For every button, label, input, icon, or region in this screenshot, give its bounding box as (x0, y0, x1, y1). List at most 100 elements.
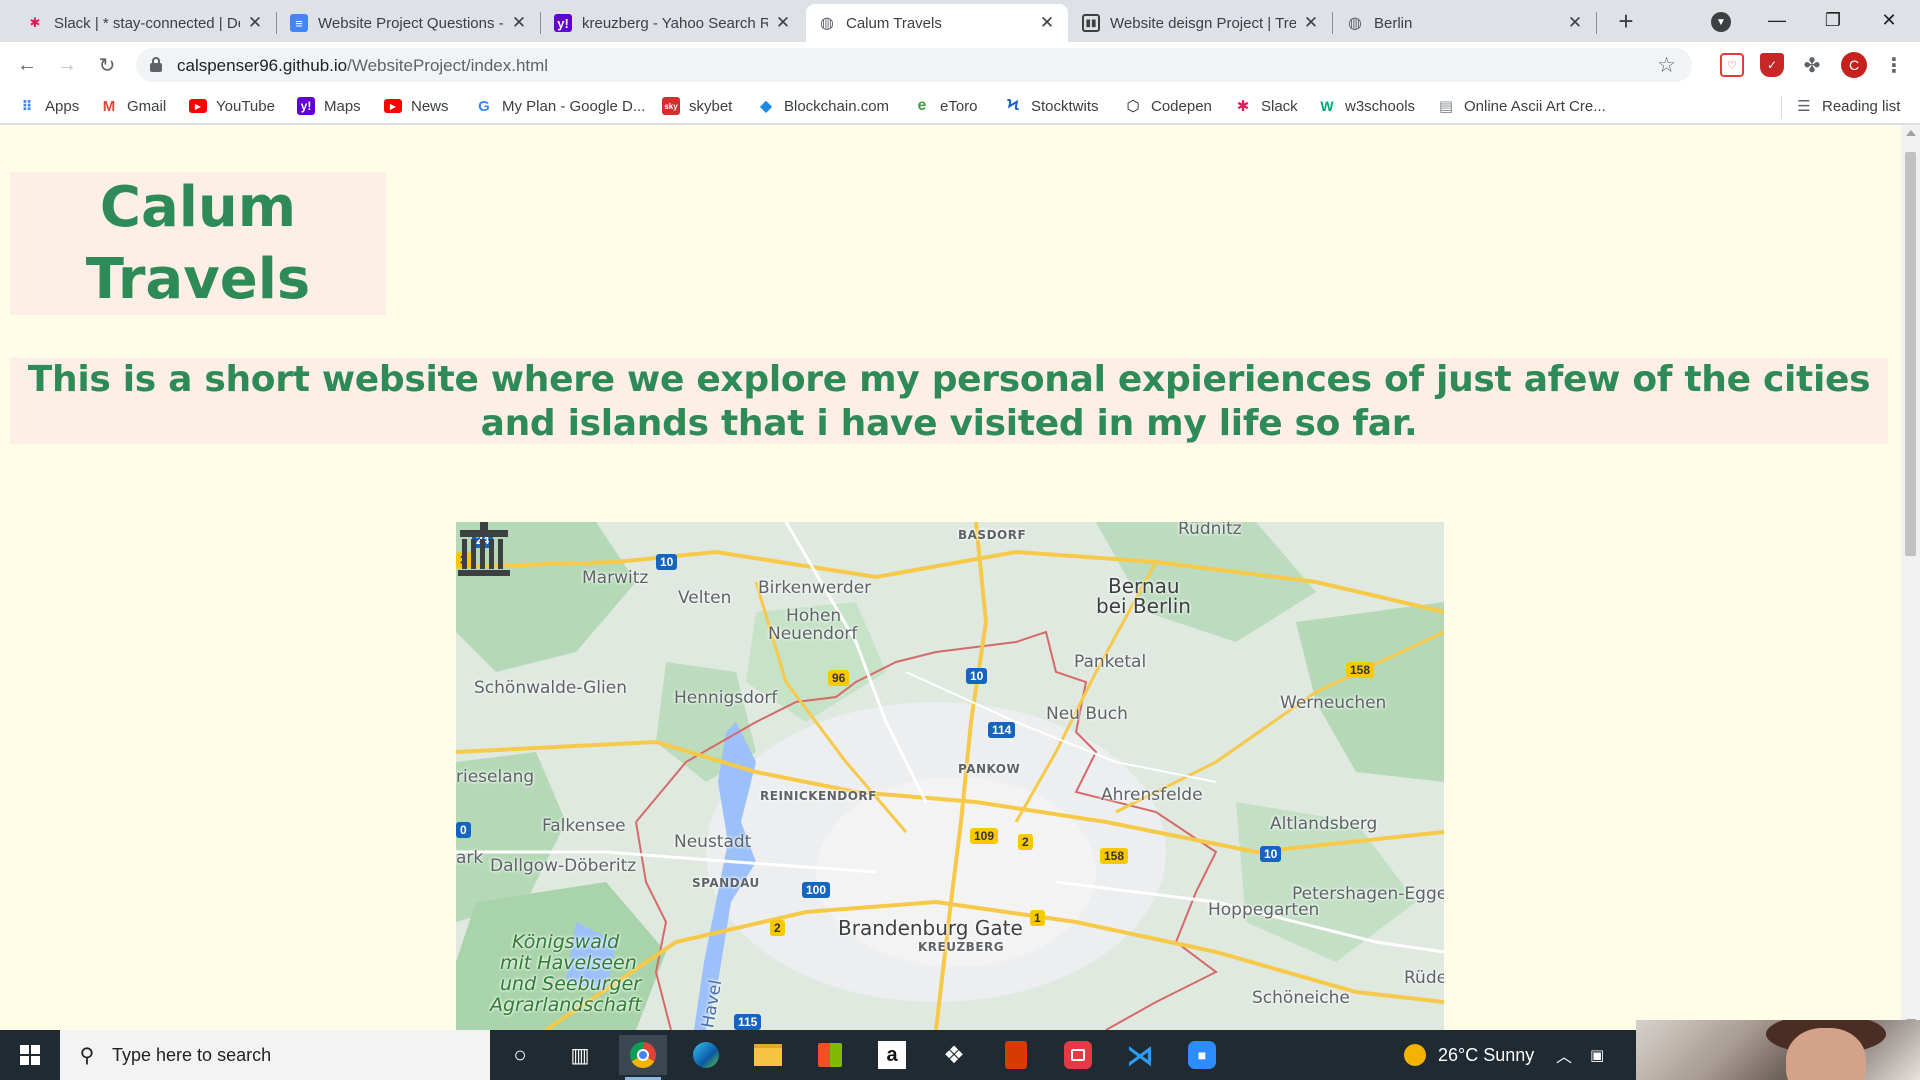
tab-search-icon[interactable]: ▼ (1711, 12, 1731, 32)
back-icon[interactable]: ← (12, 50, 42, 80)
tab-label: Website deisgn Project | Tre (1110, 14, 1296, 32)
bookmark-skybet[interactable]: sky skybet (662, 96, 732, 116)
map-place-label: Hoppegarten (1208, 900, 1320, 920)
bookmark-apps[interactable]: ⠿ Apps (18, 96, 80, 116)
minimize-icon[interactable]: — (1750, 0, 1804, 40)
slack-icon: ✱ (29, 15, 41, 30)
bookmark-label: skybet (689, 97, 733, 115)
start-button[interactable] (0, 1030, 60, 1080)
close-icon[interactable]: ✕ (510, 13, 528, 32)
map-place-label: Velten (678, 588, 732, 608)
tab-calum-travels[interactable]: ◍ Calum Travels ✕ (806, 4, 1068, 42)
shield-extension-icon[interactable]: ✓ (1760, 53, 1784, 77)
tab-divider (1596, 12, 1597, 34)
cortana-icon[interactable]: ○ (496, 1035, 544, 1075)
amazon-icon[interactable]: a (868, 1035, 916, 1075)
bookmark-online-ascii[interactable]: ▤ Online Ascii Art Cre... (1437, 96, 1606, 116)
bookmark-youtube[interactable]: ▶ YouTube (189, 96, 275, 116)
globe-icon: ◍ (1348, 15, 1362, 32)
bookmark-news[interactable]: ▶ News (384, 96, 449, 116)
route-shield: 10 (966, 668, 988, 684)
dropbox-icon[interactable]: ❖ (930, 1035, 978, 1075)
tab-trello[interactable]: ▮▮ Website deisgn Project | Tre ✕ (1070, 4, 1332, 42)
google-icon: G (478, 97, 490, 115)
close-icon[interactable]: ✕ (774, 13, 792, 32)
office-icon[interactable] (992, 1035, 1040, 1075)
bookmark-label: Maps (324, 97, 361, 115)
weather-widget[interactable]: 26°C Sunny (1404, 1030, 1534, 1080)
intro-text: This is a short website where we explore… (27, 359, 1871, 444)
close-icon[interactable]: ✕ (1302, 13, 1320, 32)
forward-icon[interactable]: → (52, 50, 82, 80)
file-explorer-icon[interactable] (744, 1035, 792, 1075)
map-place-label: und Seeburger (500, 973, 642, 995)
tab-strip: ✱ Slack | * stay-connected | De ✕ ≡ Webs… (0, 0, 1920, 42)
zoom-icon[interactable]: ■ (1178, 1035, 1226, 1075)
map-place-label: Neu Buch (1046, 704, 1128, 724)
pocket-extension-icon[interactable]: ♡ (1720, 53, 1744, 77)
bookmark-etoro[interactable]: e eToro (913, 96, 978, 116)
taskbar-search[interactable]: ⚲ Type here to search (60, 1030, 490, 1080)
network-icon[interactable]: ▣ (1590, 1030, 1604, 1080)
vscode-icon[interactable]: ⋊ (1116, 1035, 1164, 1075)
close-icon[interactable]: ✕ (1038, 13, 1056, 32)
bookmark-slack[interactable]: ✱ Slack (1234, 96, 1298, 116)
weather-text: 26°C Sunny (1438, 1044, 1535, 1065)
bookmark-stocktwits[interactable]: Ϟ Stocktwits (1004, 96, 1099, 116)
tab-google-docs[interactable]: ≡ Website Project Questions - ✕ (278, 4, 540, 42)
scroll-up-icon[interactable] (1906, 130, 1916, 136)
close-icon[interactable]: ✕ (1566, 13, 1584, 32)
map-place-label: Agrarlandschaft (490, 994, 642, 1016)
lock-icon[interactable] (150, 57, 162, 72)
map-place-label: Neustadt (674, 832, 752, 852)
app-red-icon[interactable] (1054, 1035, 1102, 1075)
reading-list-button[interactable]: ☰ Reading list (1795, 96, 1900, 116)
bookmark-label: YouTube (216, 97, 275, 115)
berlin-map-image: BASDORF Rüdnitz Marwitz Velten Birkenwer… (456, 522, 1444, 1030)
map-place-label: Werneuchen (1280, 693, 1387, 713)
page-viewport: Calum Travels This is a short website whe… (0, 125, 1901, 1030)
reload-icon[interactable]: ↻ (92, 50, 122, 80)
w3schools-icon: W (1320, 98, 1334, 114)
site-header: Calum Travels (10, 172, 386, 315)
bookmark-w3schools[interactable]: Ww3schools (1318, 96, 1415, 116)
site-title-line2: Travels (85, 247, 311, 312)
bookmark-maps[interactable]: y! Maps (297, 96, 361, 116)
route-shield: 2 (1018, 834, 1033, 850)
bookmark-label: News (411, 97, 449, 115)
map-place-label: Rüdnitz (1178, 522, 1242, 539)
tab-slack[interactable]: ✱ Slack | * stay-connected | De ✕ (14, 4, 276, 42)
route-shield: 10 (656, 554, 678, 570)
stocktwits-icon: Ϟ (1006, 97, 1020, 114)
profile-avatar[interactable]: C (1841, 52, 1867, 78)
close-icon[interactable]: ✕ (246, 13, 264, 32)
windows-logo-icon (20, 1045, 40, 1065)
route-shield: 109 (970, 828, 999, 844)
tab-yahoo-search[interactable]: y! kreuzberg - Yahoo Search R ✕ (542, 4, 804, 42)
restore-icon[interactable]: ❐ (1806, 0, 1860, 40)
edge-icon[interactable] (682, 1035, 730, 1075)
page-scrollbar[interactable] (1901, 125, 1920, 1030)
bookmark-label: Blockchain.com (784, 97, 890, 115)
bookmark-codepen[interactable]: ⬡ Codepen (1124, 96, 1211, 116)
microsoft-store-icon[interactable] (806, 1035, 854, 1075)
new-tab-button[interactable]: + (1612, 6, 1640, 36)
chrome-icon[interactable] (619, 1035, 667, 1080)
menu-icon[interactable]: ⋮ (1884, 52, 1904, 78)
tab-berlin[interactable]: ◍ Berlin ✕ (1334, 4, 1596, 42)
skybet-icon: sky (662, 97, 680, 115)
search-placeholder: Type here to search (112, 1044, 272, 1065)
scrollbar-thumb[interactable] (1905, 152, 1916, 556)
bookmark-star-icon[interactable]: ☆ (1657, 53, 1676, 78)
task-view-icon[interactable]: ▥ (556, 1035, 604, 1075)
close-window-icon[interactable]: ✕ (1862, 0, 1916, 40)
bookmark-label: Slack (1261, 97, 1298, 115)
bookmark-gmail[interactable]: M Gmail (100, 96, 166, 116)
map-place-label: Dallgow-Döberitz (490, 856, 637, 876)
url-text[interactable]: calspenser96.github.io/WebsiteProject/in… (177, 56, 548, 76)
bookmark-my-plan[interactable]: G My Plan - Google D... (475, 96, 645, 116)
bookmark-blockchain[interactable]: ◆ Blockchain.com (757, 96, 889, 116)
address-bar[interactable]: calspenser96.github.io/WebsiteProject/in… (136, 48, 1692, 82)
tray-chevron-icon[interactable]: ︿ (1556, 1030, 1572, 1080)
extensions-puzzle-icon[interactable]: ✤ (1800, 53, 1824, 77)
